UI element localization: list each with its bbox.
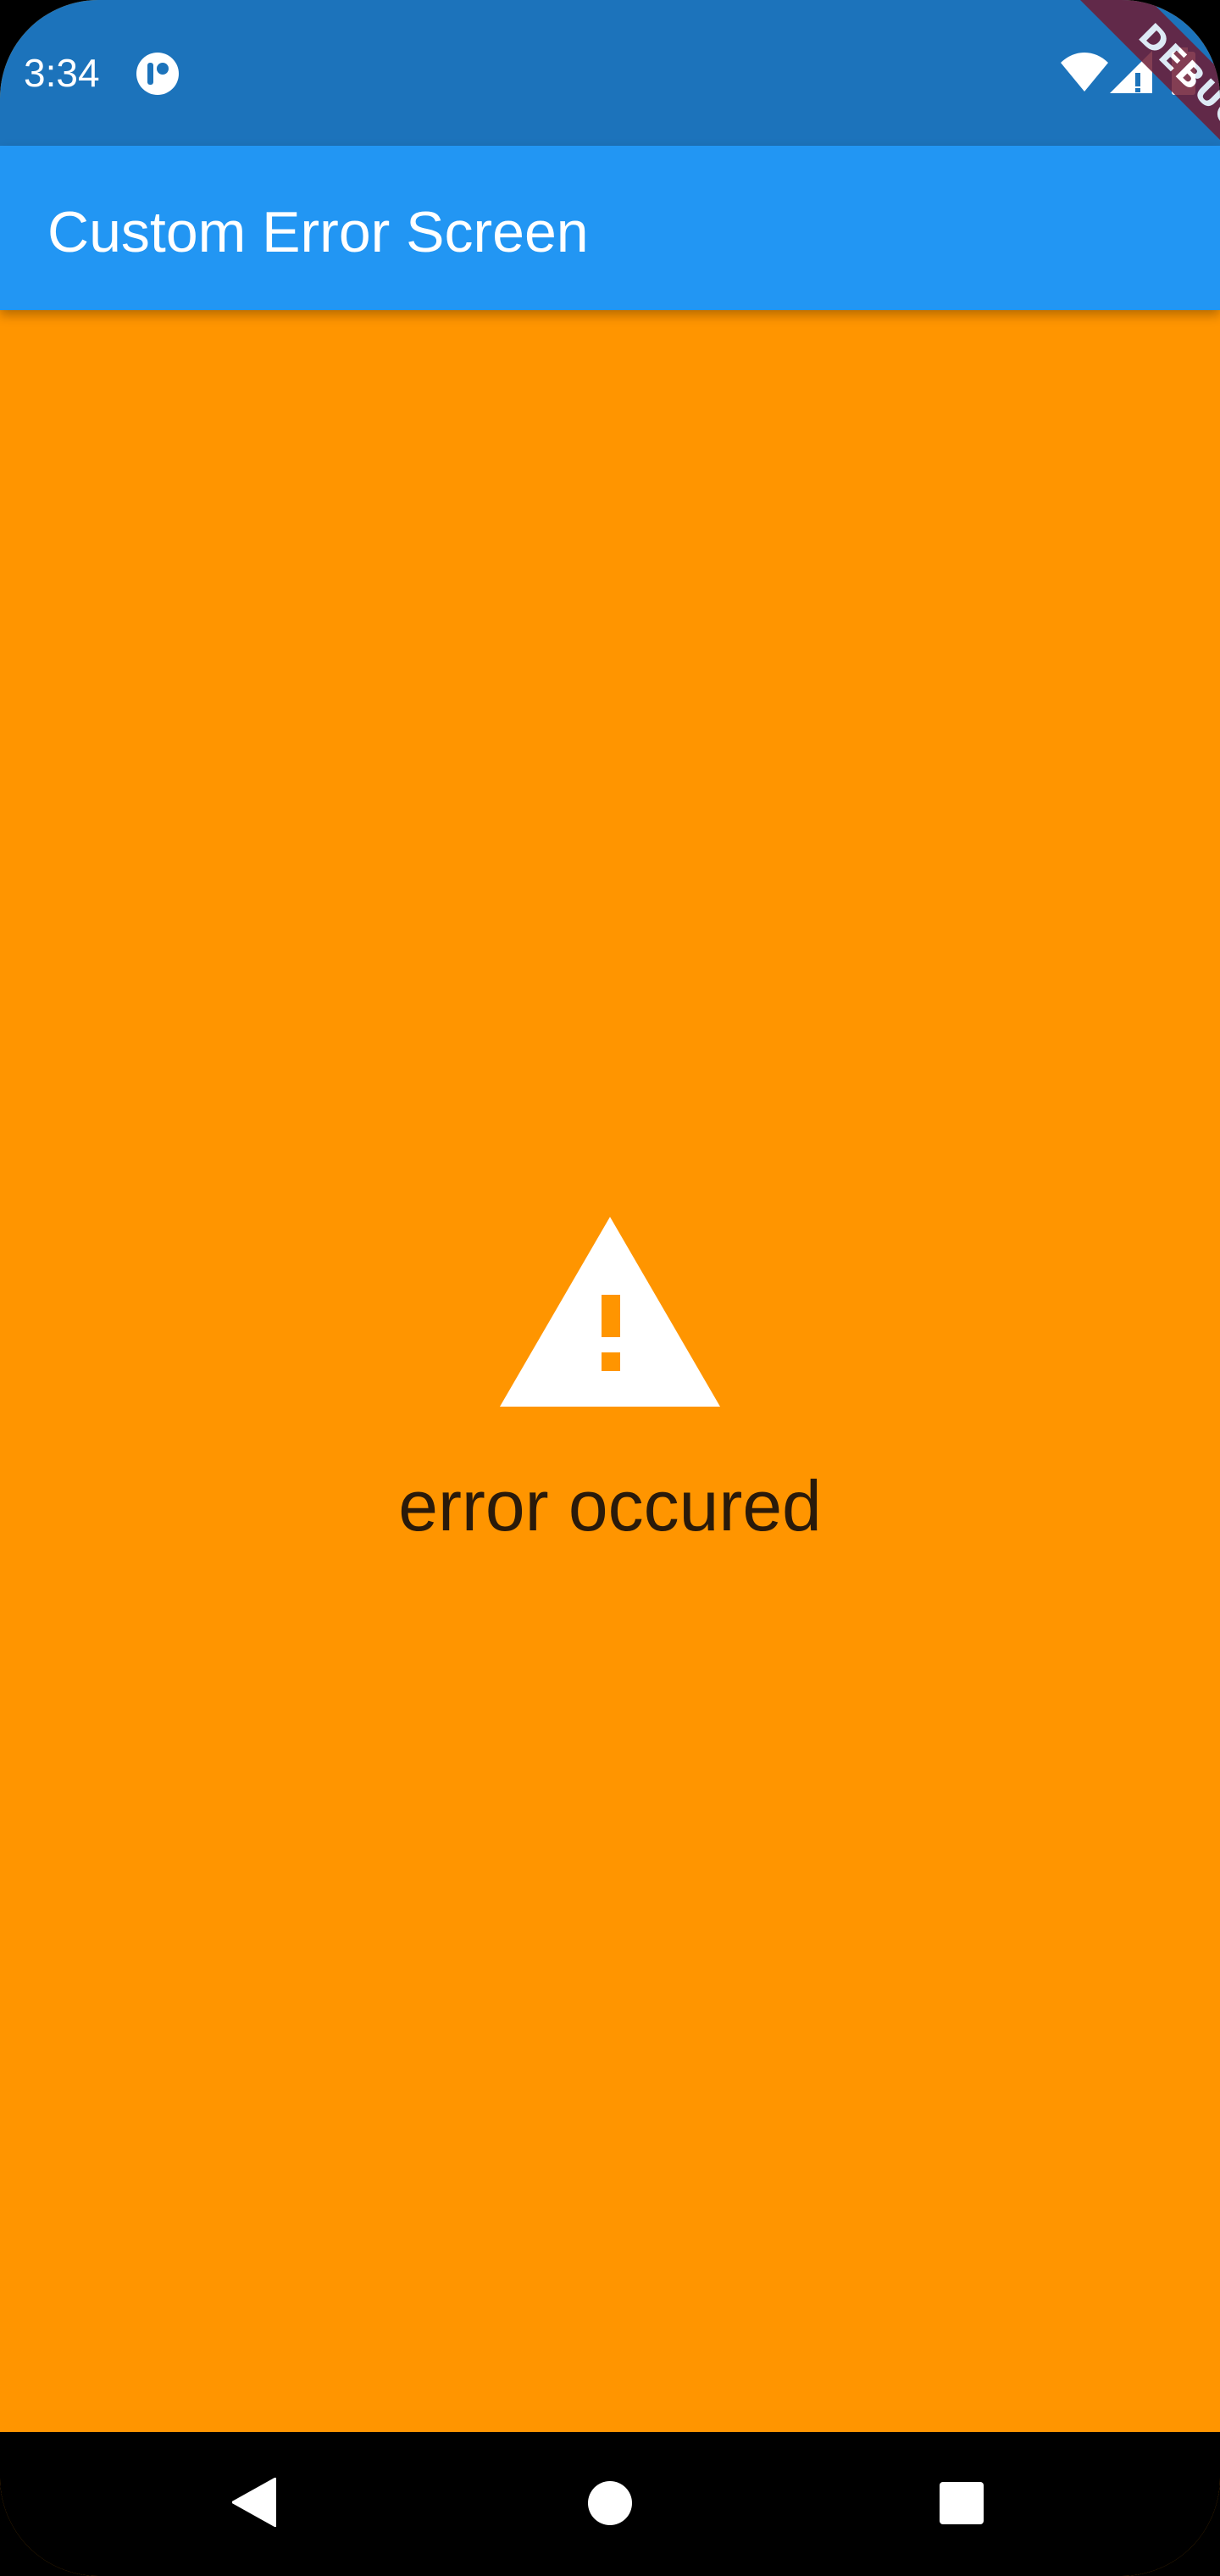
warning-icon <box>500 1217 720 1407</box>
notification-app-icon <box>136 53 179 95</box>
recents-icon[interactable] <box>940 2482 984 2524</box>
device-screen: 3:34 Custom Error Screen DEBUG error occ… <box>0 0 1220 2576</box>
app-bar: Custom Error Screen <box>0 146 1220 310</box>
page-title: Custom Error Screen <box>47 200 589 264</box>
status-time: 3:34 <box>24 51 100 95</box>
error-message: error occured <box>398 1466 822 1546</box>
back-icon[interactable] <box>232 2478 276 2527</box>
home-icon[interactable] <box>588 2481 632 2525</box>
navigation-bar <box>0 2432 1220 2576</box>
